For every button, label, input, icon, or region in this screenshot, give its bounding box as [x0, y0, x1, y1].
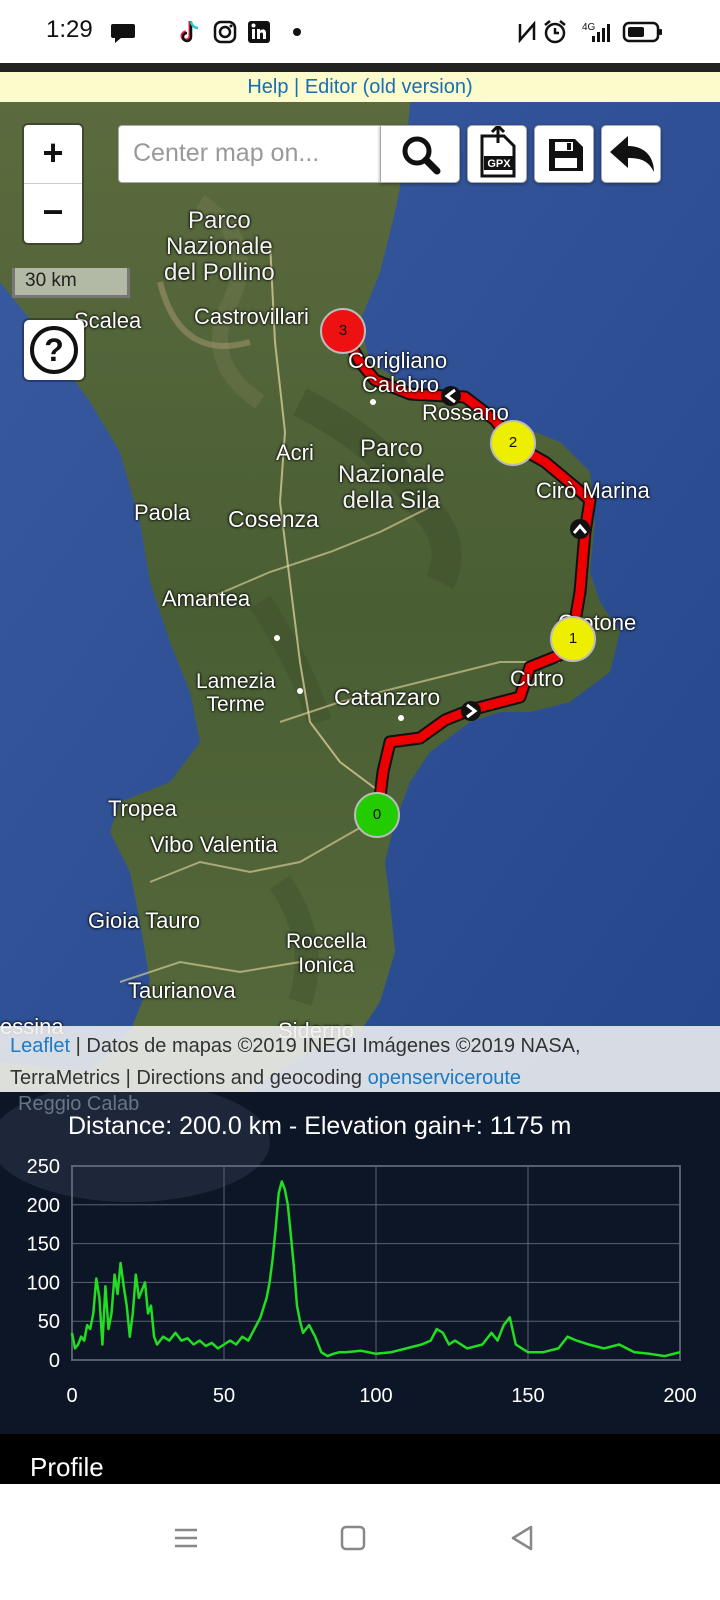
- label-taurianova: Taurianova: [128, 978, 236, 1003]
- label-calabro: Calabro: [362, 372, 440, 397]
- map-scale: 30 km: [12, 268, 130, 298]
- x-tick-label: 100: [359, 1385, 392, 1407]
- home-icon[interactable]: [340, 1524, 366, 1552]
- status-bar: 1:29 4G: [0, 0, 720, 64]
- x-tick-label: 50: [213, 1385, 235, 1407]
- label-rossano: Rossano: [422, 400, 509, 425]
- label-castrovillari: Castrovillari: [194, 304, 309, 329]
- elevation-profile-panel: Reggio Calab Distance: 200.0 km - Elevat…: [0, 1092, 720, 1434]
- label-corigliano: Corigliano: [348, 348, 448, 373]
- route-arrow-icon: [461, 701, 481, 721]
- chat-bubble-icon: [111, 24, 135, 43]
- label-paola: Paola: [134, 500, 191, 525]
- x-tick-label: 200: [663, 1385, 696, 1407]
- x-tick-label: 0: [66, 1385, 77, 1407]
- gpx-upload-icon: GPX: [480, 123, 516, 178]
- label-tropea: Tropea: [108, 796, 177, 821]
- label-parco-sila: Parco Nazionale della Sila: [338, 435, 445, 514]
- waypoint-marker-0[interactable]: 0: [354, 792, 400, 838]
- map-view[interactable]: Parco Nazionale del Pollino Castrovillar…: [0, 102, 720, 1112]
- y-tick-label: 250: [27, 1156, 60, 1178]
- waypoint-marker-3[interactable]: 3: [320, 308, 366, 354]
- help-bar: Help | Editor (old version): [0, 72, 720, 102]
- label-amantea: Amantea: [162, 586, 251, 611]
- search-button[interactable]: [380, 125, 460, 183]
- dot-icon: [293, 28, 301, 36]
- tiktok-icon: [180, 21, 199, 43]
- label-ciro-marina: Cirò Marina: [536, 478, 650, 503]
- linkedin-icon: [248, 21, 270, 43]
- search-input[interactable]: Center map on...: [118, 125, 382, 183]
- label-gioia: Gioia Tauro: [88, 908, 201, 933]
- label-lamezia: Lamezia Terme: [196, 670, 276, 716]
- zoom-out-button[interactable]: −: [24, 184, 82, 243]
- profile-tab[interactable]: Profile: [30, 1452, 104, 1483]
- help-link[interactable]: Help: [247, 76, 288, 98]
- signal-4g-icon: 4G: [582, 22, 610, 42]
- y-tick-label: 150: [27, 1234, 60, 1256]
- label-acri: Acri: [276, 440, 314, 465]
- profile-tab-bar: Profile: [0, 1434, 720, 1484]
- menu-icon[interactable]: [172, 1524, 200, 1552]
- zoom-in-button[interactable]: +: [24, 125, 82, 184]
- label-vibo: Vibo Valentia: [150, 832, 278, 857]
- status-time: 1:29: [46, 16, 93, 43]
- route-arrow-icon: [570, 519, 590, 539]
- label-cosenza: Cosenza: [228, 506, 319, 532]
- x-tick-label: 150: [511, 1385, 544, 1407]
- elevation-chart: 0 50 100 150 200 250 0 50 100 150 200: [27, 1156, 697, 1407]
- undo-button[interactable]: [601, 125, 661, 183]
- alarm-icon: [544, 20, 566, 44]
- search-icon: [402, 136, 441, 175]
- waypoint-marker-1[interactable]: 1: [550, 616, 596, 662]
- map-help-button[interactable]: ?: [24, 320, 84, 380]
- zoom-control: + −: [24, 125, 82, 243]
- top-divider: [0, 63, 720, 72]
- undo-icon: [610, 136, 654, 172]
- system-nav-bar: [0, 1484, 720, 1600]
- svg-text:?: ?: [44, 332, 64, 368]
- leaflet-link[interactable]: Leaflet: [10, 1035, 70, 1057]
- label-parco-pollino: Parco Nazionale del Pollino: [164, 207, 275, 286]
- attribution-text-2: TerraMetrics | Directions and geocoding: [10, 1067, 368, 1089]
- save-button[interactable]: [534, 125, 594, 183]
- label-scalea: Scalea: [74, 308, 142, 333]
- app-root: 1:29 4G Help | Editor (old version) Parc…: [0, 0, 720, 1600]
- y-tick-label: 0: [49, 1350, 60, 1372]
- instagram-icon: [213, 20, 237, 44]
- waypoint-marker-2[interactable]: 2: [490, 420, 536, 466]
- help-icon: ?: [30, 326, 78, 374]
- back-icon[interactable]: [508, 1524, 536, 1552]
- attribution-text-1: | Datos de mapas ©2019 INEGI Imágenes ©2…: [70, 1035, 581, 1057]
- gpx-upload-button[interactable]: GPX: [467, 123, 527, 183]
- label-cutro: Cutro: [510, 666, 564, 691]
- openserviceroute-link[interactable]: openserviceroute: [368, 1067, 521, 1089]
- map-attribution: Leaflet | Datos de mapas ©2019 INEGI Imá…: [0, 1026, 720, 1092]
- y-tick-label: 50: [38, 1311, 60, 1333]
- save-icon: [549, 139, 583, 171]
- y-tick-label: 100: [27, 1272, 60, 1294]
- svg-text:4G: 4G: [582, 22, 596, 33]
- editor-link[interactable]: Editor (old version): [305, 76, 473, 98]
- label-catanzaro: Catanzaro: [334, 684, 441, 710]
- svg-text:GPX: GPX: [487, 158, 511, 170]
- y-tick-label: 200: [27, 1195, 60, 1217]
- label-roccella: Roccella Ionica: [286, 930, 367, 977]
- nfc-icon: [518, 20, 536, 44]
- battery-icon: [622, 21, 662, 43]
- link-separator: |: [294, 76, 300, 98]
